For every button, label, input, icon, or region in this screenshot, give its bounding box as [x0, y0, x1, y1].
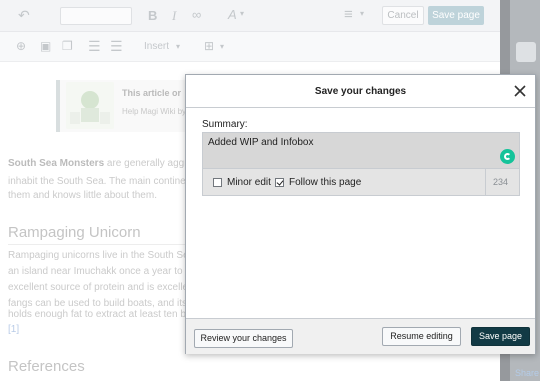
minor-edit-label: Minor edit — [227, 177, 271, 188]
summary-label: Summary: — [202, 119, 248, 130]
save-page-button[interactable]: Save page — [471, 327, 530, 346]
save-options-row: Minor edit Follow this page 234 — [202, 168, 520, 196]
dialog-title: Save your changes — [314, 86, 407, 97]
minor-edit-checkbox[interactable] — [213, 178, 222, 187]
grammarly-icon[interactable] — [500, 149, 515, 164]
resume-editing-button[interactable]: Resume editing — [382, 327, 461, 346]
summary-input[interactable]: Added WIP and Infobox — [202, 132, 520, 168]
follow-page-checkbox[interactable] — [275, 178, 284, 187]
dialog-header: Save your changes — [186, 75, 535, 108]
close-icon[interactable] — [512, 83, 528, 99]
dialog-footer: Review your changes Resume editing Save … — [186, 318, 535, 354]
counter-divider — [485, 169, 486, 195]
summary-value: Added WIP and Infobox — [208, 137, 314, 148]
character-counter: 234 — [493, 177, 509, 187]
review-changes-button[interactable]: Review your changes — [194, 329, 293, 348]
follow-page-label: Follow this page — [289, 177, 362, 188]
save-changes-dialog: Save your changes Summary: Added WIP and… — [185, 74, 536, 354]
